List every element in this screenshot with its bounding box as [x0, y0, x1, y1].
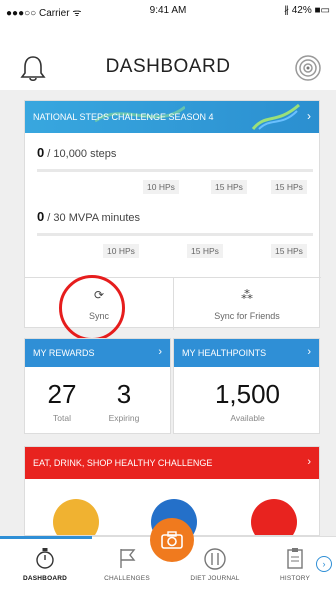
steps-milestone-1: 10 HPs [143, 180, 179, 194]
my-healthpoints-title: MY HEALTHPOINTS [182, 348, 267, 358]
chevron-right-icon: › [307, 109, 311, 123]
steps-goal: 0 / 10,000 steps [37, 145, 313, 160]
camera-button[interactable] [150, 518, 194, 562]
my-rewards-header[interactable]: MY REWARDS › [25, 339, 170, 367]
sync-for-friends-button[interactable]: ⁂ Sync for Friends [173, 278, 321, 330]
steps-challenge-banner[interactable]: NATIONAL STEPS CHALLENGE SEASON 4 › [25, 101, 319, 133]
healthy-challenge-header[interactable]: EAT, DRINK, SHOP HEALTHY CHALLENGE › [25, 447, 319, 479]
tab-diet-journal-label: DIET JOURNAL [190, 575, 240, 582]
steps-goal-label: / 10,000 steps [44, 148, 117, 160]
sync-friends-label: Sync for Friends [214, 311, 280, 321]
mvpa-goal-label: / 30 MVPA minutes [44, 212, 141, 224]
my-healthpoints-card[interactable]: MY HEALTHPOINTS › 1,500 Available [173, 338, 320, 434]
my-rewards-title: MY REWARDS [33, 348, 95, 358]
chevron-right-icon: › [158, 346, 162, 358]
stopwatch-icon [6, 547, 84, 571]
shop-category-icon[interactable] [251, 499, 297, 535]
battery-label: ∦ 42% ■▭ [283, 5, 330, 16]
healthpoints-value: 1,500 [214, 379, 281, 409]
steps-progress-track [37, 169, 313, 172]
status-bar: ●●●○○ Carrier ᯤ 9:41 AM ∦ 42% ■▭ [0, 0, 336, 20]
healthy-challenge-title: EAT, DRINK, SHOP HEALTHY CHALLENGE [33, 458, 213, 468]
chevron-right-icon: › [307, 346, 311, 358]
tab-dashboard[interactable]: DASHBOARD [6, 537, 84, 592]
my-healthpoints-header[interactable]: MY HEALTHPOINTS › [174, 339, 319, 367]
tab-history-label: HISTORY [279, 575, 311, 582]
camera-icon [161, 531, 183, 549]
page-title: DASHBOARD [105, 56, 231, 77]
device-sync-icon[interactable] [294, 54, 322, 82]
rewards-expiring-label: Expiring [108, 413, 140, 423]
steps-challenge-title: NATIONAL STEPS CHALLENGE SEASON 4 [33, 112, 214, 122]
more-arrow-icon[interactable]: › [316, 556, 332, 572]
active-tab-indicator [0, 536, 92, 539]
rewards-total-value: 27 [47, 379, 77, 409]
mvpa-milestone-3: 15 HPs [271, 244, 307, 258]
app-header: DASHBOARD [0, 20, 336, 90]
mvpa-milestone-2: 15 HPs [187, 244, 223, 258]
mvpa-milestone-1: 10 HPs [103, 244, 139, 258]
chevron-right-icon: › [307, 456, 311, 468]
tab-dashboard-label: DASHBOARD [22, 575, 68, 582]
rewards-total-label: Total [53, 413, 71, 423]
eat-category-icon[interactable] [53, 499, 99, 535]
banner-swoosh-decoration [251, 103, 300, 130]
friends-icon: ⁂ [241, 288, 253, 302]
mvpa-goal: 0 / 30 MVPA minutes [37, 209, 313, 224]
steps-milestone-2: 15 HPs [211, 180, 247, 194]
my-rewards-card[interactable]: MY REWARDS › 27 Total 3 Expiring [24, 338, 171, 434]
steps-milestone-3: 15 HPs [271, 180, 307, 194]
healthpoints-label: Available [230, 413, 265, 423]
tab-challenges-label: CHALLENGES [104, 575, 150, 582]
rewards-expiring-value: 3 [116, 379, 132, 409]
highlight-circle [59, 275, 125, 341]
mvpa-progress-track [37, 233, 313, 236]
